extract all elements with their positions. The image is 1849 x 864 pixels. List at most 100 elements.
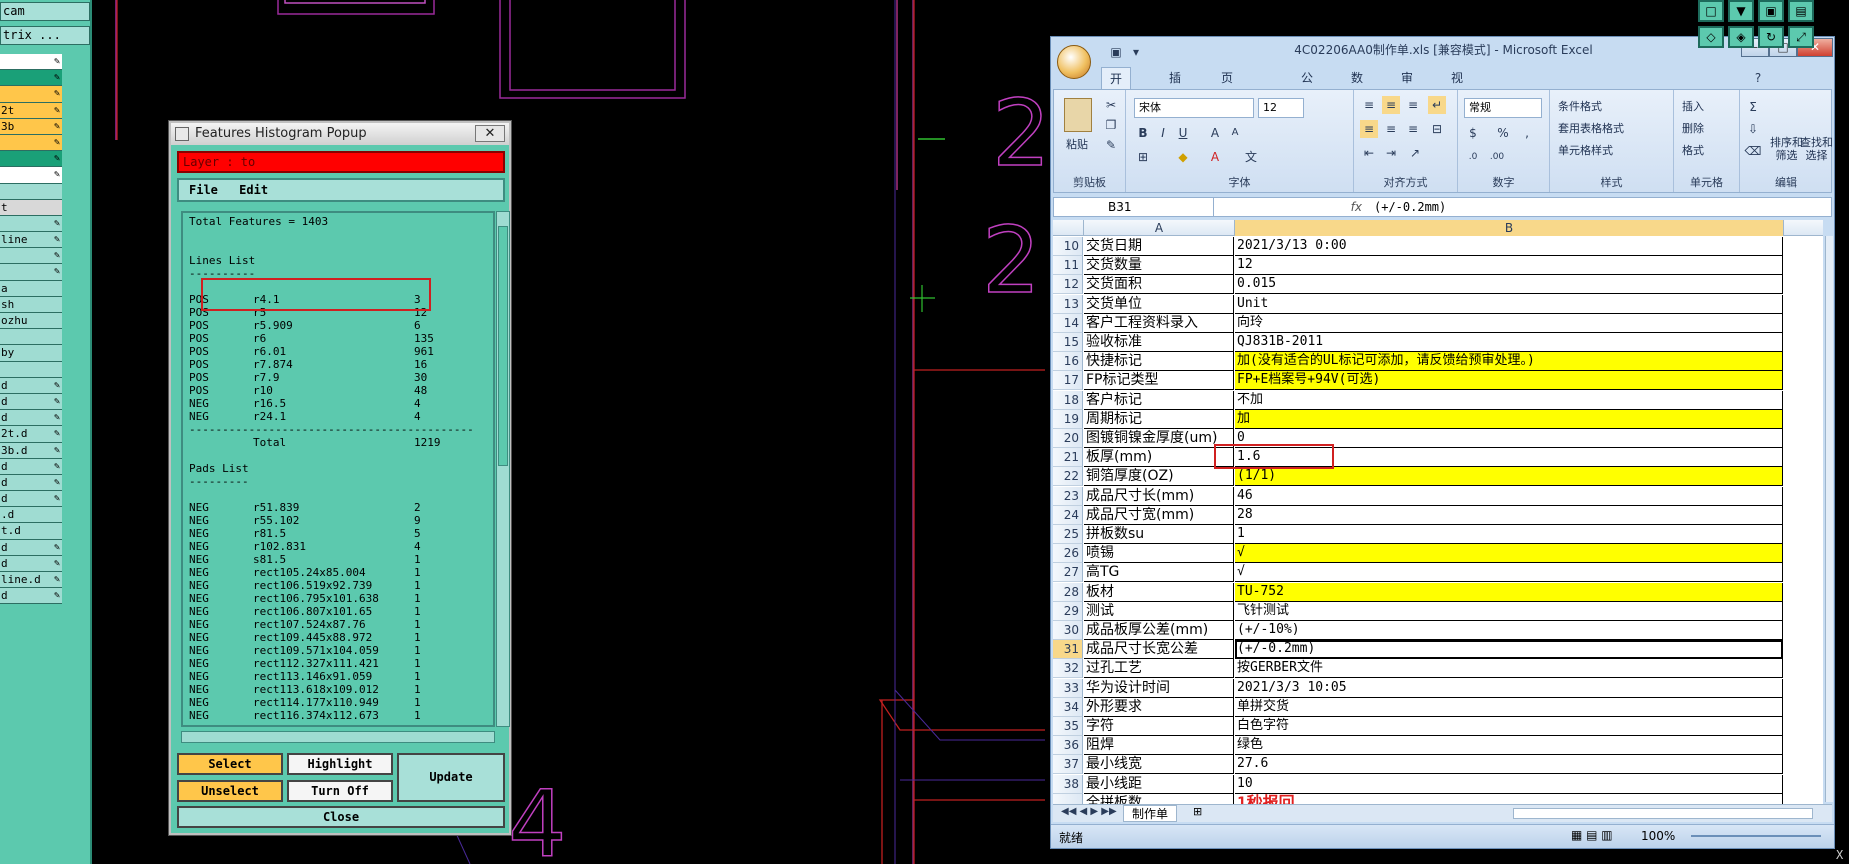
cell-b[interactable]: (1/1) [1235,467,1783,487]
row-header[interactable]: 27 [1053,563,1083,583]
conditional-format-button[interactable]: 条件格式 [1558,98,1602,114]
row-header[interactable]: 13 [1053,294,1083,314]
delete-cells-button[interactable]: 删除 [1682,120,1704,136]
histogram-row[interactable]: Total 1219 [189,436,493,449]
horizontal-scrollbar[interactable] [181,731,495,743]
tab-page-layout[interactable]: 页面布局 [1221,67,1233,151]
sheet-nav-icon[interactable]: ◀◀ ◀ ▶ ▶▶ [1061,806,1117,817]
align-left-icon[interactable]: ≡ [1360,120,1378,138]
cell-b[interactable]: 0.015 [1235,275,1783,295]
row-header[interactable]: 38 [1053,774,1083,794]
histogram-row[interactable]: NEG rect113.618x109.012 1 [189,683,493,696]
histogram-row[interactable]: POS r5.909 6 [189,319,493,332]
borders-icon[interactable]: ⊞ [1134,148,1152,166]
cell-a[interactable]: 客户工程资料录入 [1084,313,1234,333]
row-header[interactable]: 26 [1053,544,1083,564]
histogram-row[interactable]: NEG r81.5 5 [189,527,493,540]
zoom-slider[interactable] [1691,835,1821,837]
cell-b[interactable]: 10 [1235,774,1783,794]
move-icon[interactable]: ◇ [1698,26,1724,48]
clear-icon[interactable]: ⌫ [1744,142,1762,160]
fx-icon[interactable]: fx [1220,198,1370,216]
histogram-row[interactable] [189,228,493,241]
square-icon[interactable]: □ [1698,0,1724,22]
sheet-tab[interactable]: 制作单 [1123,805,1178,822]
tab-insert[interactable]: 插入 [1169,67,1181,107]
format-cells-button[interactable]: 格式 [1682,142,1704,158]
align-middle-icon[interactable]: ≡ [1382,96,1400,114]
find-select-button[interactable]: 查找和 选择 [1800,136,1833,162]
cell-a[interactable]: 板材 [1084,582,1234,602]
edit-pen-icon[interactable]: ✎ [54,459,60,474]
rotate-icon[interactable]: ↻ [1758,26,1784,48]
underline-icon[interactable]: U [1174,124,1192,142]
align-right-icon[interactable]: ≡ [1404,120,1422,138]
cell-b[interactable]: 27.6 [1235,755,1783,775]
layer-row[interactable]: ozhu [0,313,62,330]
row-header[interactable]: 10 [1053,237,1083,256]
menu-edit[interactable]: Edit [239,183,268,197]
grow-font-icon[interactable]: A [1206,124,1224,142]
cell-b[interactable]: 按GERBER文件 [1235,659,1783,679]
histogram-row[interactable]: NEG r51.839 2 [189,501,493,514]
sort-filter-button[interactable]: 排序和 筛选 [1770,136,1803,162]
cell-a[interactable]: 拼板数su [1084,525,1234,544]
decrease-indent-icon[interactable]: ⇤ [1360,144,1378,162]
align-top-icon[interactable]: ≡ [1360,96,1378,114]
edit-pen-icon[interactable]: ✎ [54,86,60,101]
cell-a[interactable]: 图镀铜镍金厚度(um) [1084,429,1234,448]
unselect-button[interactable]: Unselect [177,780,283,802]
spreadsheet-grid[interactable]: A B 10 交货日期 2021/3/13 0:00 11 交货数量 12 12 交货面积 0.… [1053,220,1823,804]
cell-b[interactable]: FP+E档案号+94V(可选) [1235,371,1783,391]
row-header[interactable]: 17 [1053,371,1083,391]
histogram-row[interactable]: NEG rect106.795x101.638 1 [189,592,493,605]
formula-input[interactable]: (+/-0.2mm) [1374,198,1446,216]
vertical-scrollbar[interactable] [496,211,510,727]
cell-a[interactable]: 华为设计时间 [1084,678,1234,698]
histogram-row[interactable] [189,488,493,501]
grid-icon[interactable]: ▤ [1788,0,1814,22]
histogram-row[interactable]: POS r6.01 961 [189,345,493,358]
horizontal-scrollbar[interactable] [1513,808,1813,819]
layer-row[interactable]: d ✎ [0,555,62,572]
edit-pen-icon[interactable]: ✎ [54,135,60,150]
tab-home[interactable]: 开始 [1101,67,1132,108]
cell-b[interactable]: 1 [1235,525,1783,544]
help-icon[interactable]: ? [1749,69,1767,87]
bold-icon[interactable]: B [1134,124,1152,142]
new-sheet-icon[interactable]: ⊞ [1193,805,1202,818]
cell-b[interactable]: 不加 [1235,390,1783,410]
cell-a[interactable]: 铜箔厚度(OZ) [1084,467,1234,487]
cell-b[interactable]: QJ831B-2011 [1235,333,1783,352]
layer-row[interactable] [0,361,62,378]
cell-b[interactable]: 28 [1235,505,1783,525]
histogram-row[interactable]: NEG rect106.807x101.65 1 [189,605,493,618]
column-header-b[interactable]: B [1235,220,1784,236]
cell-b[interactable]: 绿色 [1235,736,1783,756]
histogram-row[interactable]: Lines List [189,254,493,267]
cut-icon[interactable]: ✂ [1102,96,1120,114]
close-button[interactable]: Close [177,806,505,828]
cell-a[interactable]: 客户标记 [1084,390,1234,410]
paste-button[interactable]: 粘贴 [1066,136,1088,152]
layer-row[interactable]: d ✎ [0,410,62,427]
layer-row[interactable]: d ✎ [0,474,62,492]
highlight-button[interactable]: Highlight [287,753,393,775]
row-header[interactable]: 25 [1053,525,1083,544]
row-header[interactable]: 22 [1053,467,1083,487]
cell-b[interactable]: (+/-10%) [1235,621,1783,640]
layer-row[interactable]: line.d ✎ [0,572,62,589]
layer-row[interactable]: d ✎ [0,539,62,556]
number-format-select[interactable]: 常规 [1464,98,1542,118]
cell-b[interactable]: 向玲 [1235,313,1783,333]
cell-b[interactable]: 1秒报回 [1235,793,1783,804]
edit-pen-icon[interactable]: ✎ [54,572,60,587]
row-header[interactable]: 30 [1053,621,1083,640]
layer-row[interactable]: d ✎ [0,458,62,475]
histogram-row[interactable]: NEG r24.1 4 [189,410,493,423]
view-mode-icons[interactable]: ▦ ▤ ▥ [1571,828,1613,842]
row-header[interactable]: 31 [1053,640,1083,660]
row-header[interactable]: 18 [1053,390,1083,410]
comma-icon[interactable]: , [1518,124,1536,142]
font-name-select[interactable]: 宋体 [1134,98,1254,118]
